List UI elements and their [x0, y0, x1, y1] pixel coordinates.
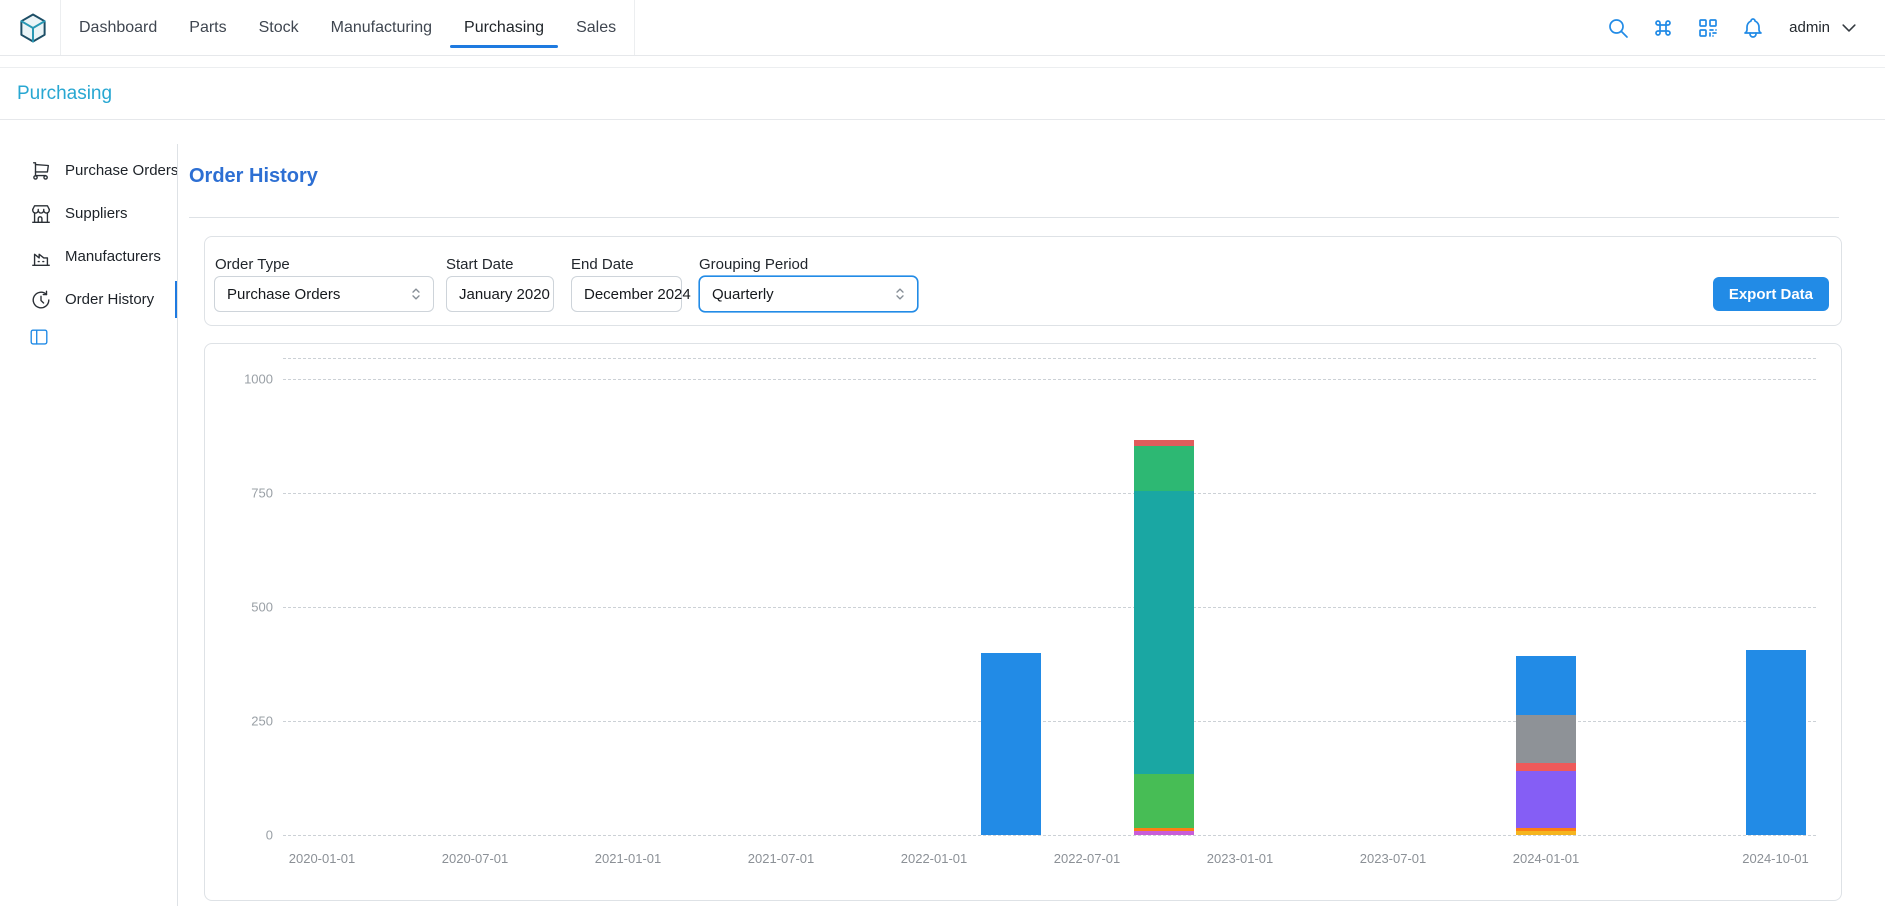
chart-bar-segment: [1516, 831, 1576, 835]
chart-bar-segment: [1134, 446, 1194, 492]
section-title: Order History: [189, 165, 318, 188]
grouping-period-value: Quarterly: [712, 286, 774, 303]
chart-bar-segment: [981, 653, 1041, 835]
purchasing-sidebar: Purchase Orders Suppliers: [0, 149, 178, 321]
app-root: Dashboard Parts Stock Manufacturing Purc…: [0, 0, 1885, 906]
order-type-value: Purchase Orders: [227, 286, 340, 303]
chart-bar[interactable]: [1134, 440, 1194, 835]
x-axis-tick-label: 2021-07-01: [748, 851, 815, 866]
sidebar-item-order-history[interactable]: Order History: [0, 278, 178, 321]
x-axis-tick-label: 2022-07-01: [1054, 851, 1121, 866]
export-data-button[interactable]: Export Data: [1713, 277, 1829, 311]
notifications-icon[interactable]: [1740, 15, 1766, 41]
username-label: admin: [1789, 19, 1830, 36]
chart-bar-segment: [1746, 650, 1806, 835]
page-title: Purchasing: [17, 83, 112, 105]
sidebar-item-label: Purchase Orders: [65, 162, 178, 179]
shopping-cart-icon: [30, 160, 52, 182]
sidebar-item-label: Suppliers: [65, 205, 128, 222]
page-header: Purchasing: [0, 67, 1885, 120]
chart-bar-segment: [1134, 491, 1194, 774]
chart-bar[interactable]: [1516, 656, 1576, 835]
sidebar-item-label: Manufacturers: [65, 248, 161, 265]
filter-panel: Order Type Purchase Orders Start Date Ja…: [204, 236, 1842, 326]
main-nav-tabs: Dashboard Parts Stock Manufacturing Purc…: [60, 0, 635, 55]
sidebar-item-suppliers[interactable]: Suppliers: [0, 192, 178, 235]
chart-bar[interactable]: [981, 653, 1041, 835]
sidebar-divider: [177, 144, 178, 906]
grouping-period-label: Grouping Period: [699, 256, 808, 273]
x-axis-tick-label: 2022-01-01: [901, 851, 968, 866]
y-grid-line: [283, 835, 1816, 836]
sidebar-item-purchase-orders[interactable]: Purchase Orders: [0, 149, 178, 192]
x-axis-tick-label: 2021-01-01: [595, 851, 662, 866]
chart-bar-segment: [1516, 715, 1576, 763]
start-date-value: January 2020: [459, 286, 550, 303]
user-menu[interactable]: admin: [1789, 18, 1859, 38]
start-date-label: Start Date: [446, 256, 514, 273]
collapse-sidebar-icon[interactable]: [28, 326, 50, 348]
x-axis-tick-label: 2023-01-01: [1207, 851, 1274, 866]
tab-sales[interactable]: Sales: [560, 0, 632, 55]
x-axis-tick-label: 2023-07-01: [1360, 851, 1427, 866]
chevron-down-icon: [1839, 18, 1859, 38]
building-store-icon: [30, 203, 52, 225]
sidebar-item-label: Order History: [65, 291, 154, 308]
order-type-select[interactable]: Purchase Orders: [214, 276, 434, 312]
x-axis-tick-label: 2024-10-01: [1742, 851, 1809, 866]
inventree-logo-icon[interactable]: [16, 11, 50, 45]
y-grid-line: [283, 493, 1816, 494]
top-navbar: Dashboard Parts Stock Manufacturing Purc…: [0, 0, 1885, 56]
end-date-input[interactable]: December 2024: [571, 276, 682, 312]
x-axis-tick-label: 2020-01-01: [289, 851, 356, 866]
chart-bar-segment: [1516, 656, 1576, 715]
chart-bar-segment: [1134, 831, 1194, 835]
y-grid-line: [283, 379, 1816, 380]
chart-area: 0 250 500 750 1000 2020-01-01 2020-07-01 2021-0…: [205, 344, 1841, 900]
y-axis-tick-label: 0: [231, 828, 273, 843]
scan-icon[interactable]: [1695, 15, 1721, 41]
search-icon[interactable]: [1605, 15, 1631, 41]
start-date-input[interactable]: January 2020: [446, 276, 554, 312]
plot-top-gridline: [283, 358, 1816, 359]
sidebar-item-manufacturers[interactable]: Manufacturers: [0, 235, 178, 278]
y-grid-line: [283, 721, 1816, 722]
grouping-period-select[interactable]: Quarterly: [699, 276, 918, 312]
chevron-selector-icon: [891, 285, 909, 303]
section-divider: [189, 217, 1839, 218]
y-grid-line: [283, 607, 1816, 608]
end-date-value: December 2024: [584, 286, 691, 303]
history-icon: [30, 289, 52, 311]
chart-bar[interactable]: [1746, 650, 1806, 835]
command-icon[interactable]: [1650, 15, 1676, 41]
order-type-label: Order Type: [215, 256, 290, 273]
chart-bar-segment: [1516, 771, 1576, 828]
navbar-actions: admin: [1605, 15, 1859, 41]
x-axis-tick-label: 2020-07-01: [442, 851, 509, 866]
y-axis-tick-label: 750: [231, 486, 273, 501]
x-axis-tick-label: 2024-01-01: [1513, 851, 1580, 866]
y-axis-tick-label: 250: [231, 714, 273, 729]
tab-purchasing[interactable]: Purchasing: [448, 0, 560, 55]
chevron-selector-icon: [407, 285, 425, 303]
y-axis-tick-label: 1000: [231, 372, 273, 387]
order-history-chart-card: 0 250 500 750 1000 2020-01-01 2020-07-01 2021-0…: [204, 343, 1842, 901]
chart-bar-segment: [1516, 763, 1576, 771]
tab-manufacturing[interactable]: Manufacturing: [315, 0, 448, 55]
chart-bar-segment: [1134, 774, 1194, 828]
y-axis-tick-label: 500: [231, 600, 273, 615]
tab-parts[interactable]: Parts: [173, 0, 242, 55]
end-date-label: End Date: [571, 256, 634, 273]
factory-icon: [30, 246, 52, 268]
tab-dashboard[interactable]: Dashboard: [63, 0, 173, 55]
tab-stock[interactable]: Stock: [243, 0, 315, 55]
